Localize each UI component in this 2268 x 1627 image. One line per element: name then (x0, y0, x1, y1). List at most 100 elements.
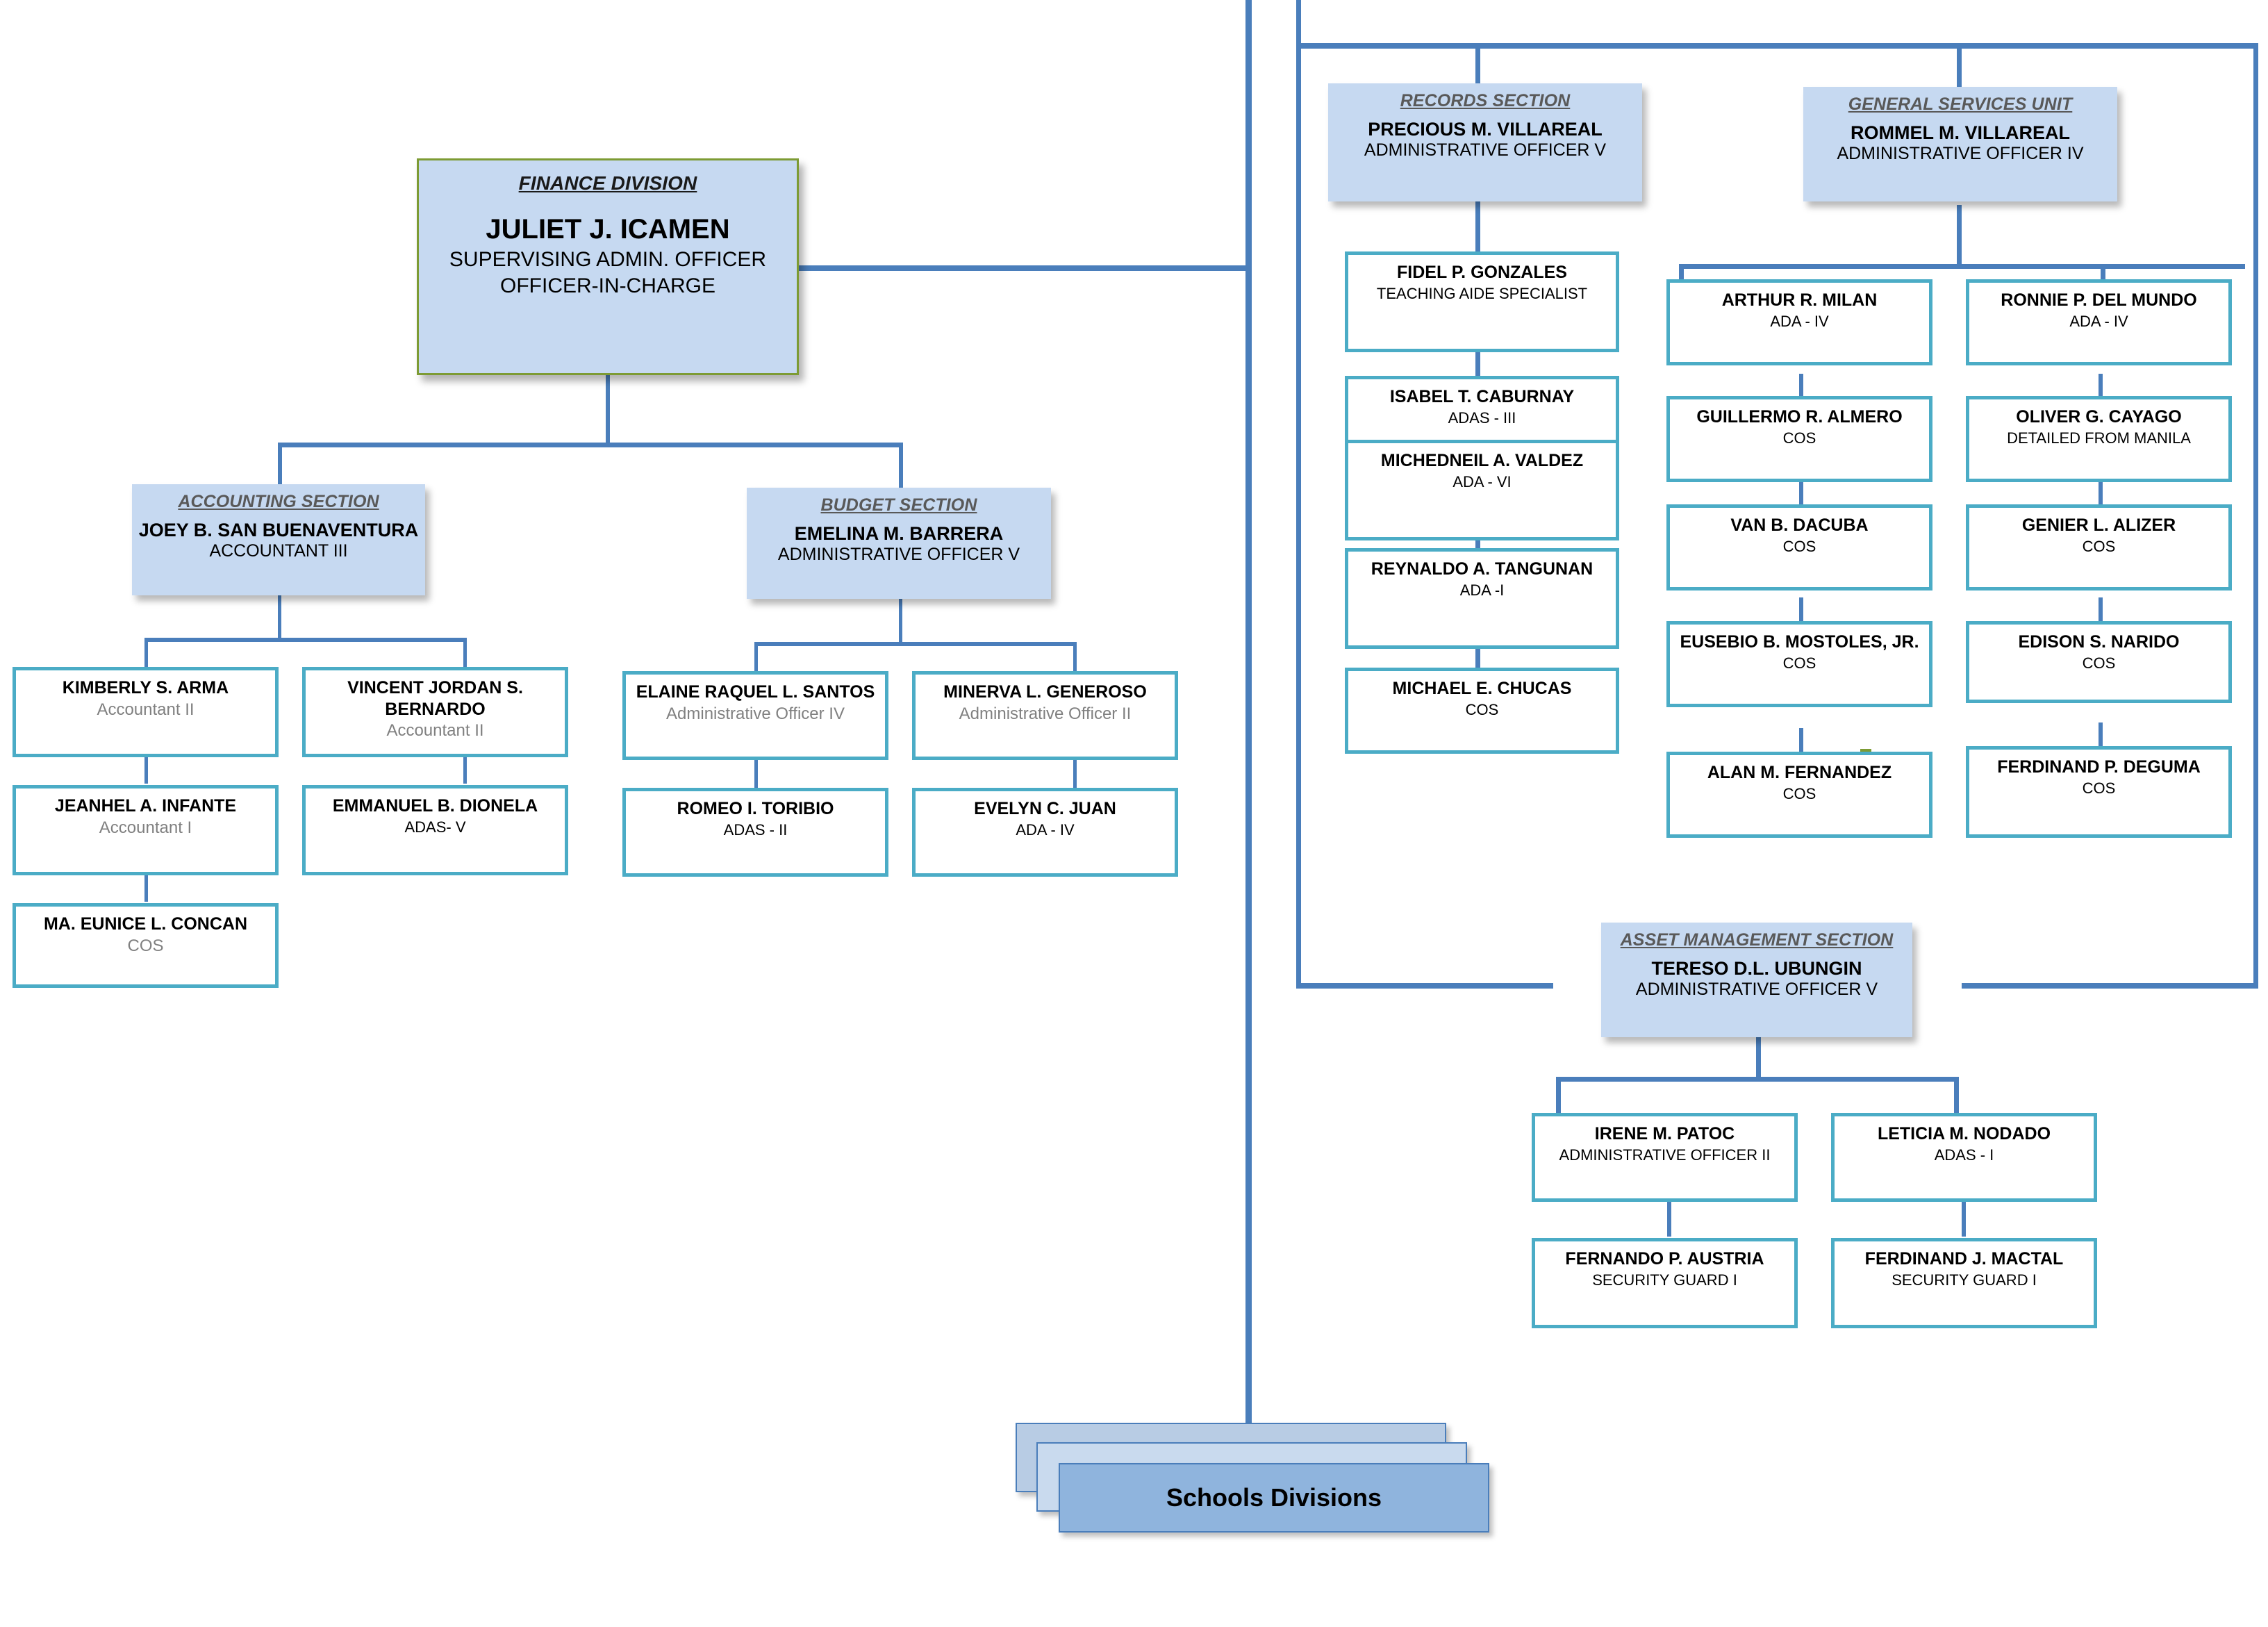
connector-finance-to-trunk (799, 265, 1250, 271)
staff-name: ELAINE RAQUEL L. SANTOS (636, 682, 875, 702)
connector-accounting-down (278, 595, 281, 641)
staff-position: ADAS - III (1448, 408, 1516, 427)
connector-to-budget (899, 443, 903, 488)
node-schools-divisions[interactable]: Schools Divisions (1016, 1423, 1489, 1534)
connector-gsu-right-1-2 (2099, 374, 2103, 399)
asset-manager-position: ADMINISTRATIVE OFFICER V (1635, 980, 1878, 1000)
connector-asset-down (1756, 1037, 1761, 1082)
staff-name: GUILLERMO R. ALMERO (1696, 407, 1903, 427)
staff-name: JEANHEL A. INFANTE (54, 796, 237, 816)
staff-name: RONNIE P. DEL MUNDO (2001, 290, 2197, 310)
node-gsu-right-2[interactable]: OLIVER G. CAYAGO DETAILED FROM MANILA (1966, 396, 2232, 482)
connector-infante-to-concan (144, 874, 148, 902)
connector-gsu-left-4-5 (1799, 728, 1803, 753)
node-records-staff-4[interactable]: REYNALDO A. TANGUNAN ADA -I (1345, 548, 1619, 649)
staff-name: FERDINAND J. MACTAL (1864, 1249, 2064, 1269)
staff-position: Administrative Officer IV (666, 704, 845, 723)
node-budget-right-2[interactable]: EVELYN C. JUAN ADA - IV (912, 788, 1178, 877)
staff-name: GENIER L. ALIZER (2021, 515, 2176, 535)
connector-gsu-left-1-2 (1799, 374, 1803, 399)
staff-name: MICHEDNEIL A. VALDEZ (1380, 451, 1584, 470)
node-accounting-left-2[interactable]: JEANHEL A. INFANTE Accountant I (13, 785, 279, 875)
node-gsu-left-4[interactable]: EUSEBIO B. MOSTOLES, JR. COS (1666, 621, 1932, 707)
node-accounting-right-2[interactable]: EMMANUEL B. DIONELA ADAS- V (302, 785, 568, 875)
staff-name: MA. EUNICE L. CONCAN (43, 914, 248, 934)
node-records-staff-3[interactable]: MICHEDNEIL A. VALDEZ ADA - VI (1345, 440, 1619, 540)
node-gsu-left-2[interactable]: GUILLERMO R. ALMERO COS (1666, 396, 1932, 482)
staff-name: EMMANUEL B. DIONELA (332, 796, 538, 816)
connector-right-cluster-spine (1296, 0, 1301, 988)
connector-asset-left-drop (1556, 1077, 1561, 1114)
node-asset-left-2[interactable]: FERNANDO P. AUSTRIA SECURITY GUARD I (1532, 1238, 1798, 1328)
connector-gsu-right-3-4 (2099, 597, 2103, 622)
schools-divisions-layer-front[interactable]: Schools Divisions (1059, 1463, 1489, 1533)
node-gsu-right-3[interactable]: GENIER L. ALIZER COS (1966, 504, 2232, 590)
staff-name: ISABEL T. CABURNAY (1389, 387, 1575, 406)
node-gsu-left-1[interactable]: ARTHUR R. MILAN ADA - IV (1666, 279, 1932, 365)
node-accounting-section[interactable]: ACCOUNTING SECTION JOEY B. SAN BUENAVENT… (132, 484, 425, 595)
staff-position: ADA - IV (1770, 312, 1829, 330)
node-finance-division[interactable]: FINANCE DIVISION JULIET J. ICAMEN SUPERV… (417, 158, 799, 375)
finance-division-name: JULIET J. ICAMEN (486, 214, 730, 245)
node-budget-right-1[interactable]: MINERVA L. GENEROSO Administrative Offic… (912, 671, 1178, 760)
connector-gsu-down (1957, 205, 1962, 267)
staff-name: FIDEL P. GONZALES (1397, 263, 1567, 282)
staff-position: Accountant II (386, 721, 484, 740)
staff-position: ADA - VI (1452, 472, 1512, 490)
node-asset-left-1[interactable]: IRENE M. PATOC ADMINISTRATIVE OFFICER II (1532, 1113, 1798, 1202)
budget-section-label: BUDGET SECTION (820, 495, 977, 515)
staff-position: ADA -I (1459, 581, 1505, 599)
connector-to-accounting (278, 443, 282, 486)
staff-position: ADA - IV (2069, 312, 2128, 330)
staff-position: Accountant II (97, 700, 194, 719)
finance-division-position-2: OFFICER-IN-CHARGE (500, 274, 715, 298)
connector-santos-to-toribio (754, 760, 758, 788)
staff-position: TEACHING AIDE SPECIALIST (1376, 284, 1588, 302)
node-gsu-right-5[interactable]: FERDINAND P. DEGUMA COS (1966, 746, 2232, 838)
accounting-manager-name: JOEY B. SAN BUENAVENTURA (138, 519, 419, 540)
connector-bernardo-to-dionela (463, 756, 467, 784)
connector-budget-split (754, 642, 1077, 646)
node-gsu-section[interactable]: GENERAL SERVICES UNIT ROMMEL M. VILLAREA… (1803, 87, 2117, 201)
node-gsu-left-5[interactable]: ALAN M. FERNANDEZ COS (1666, 752, 1932, 838)
node-asset-right-1[interactable]: LETICIA M. NODADO ADAS - I (1831, 1113, 2097, 1202)
staff-position: ADMINISTRATIVE OFFICER II (1559, 1146, 1771, 1164)
node-budget-section[interactable]: BUDGET SECTION EMELINA M. BARRERA ADMINI… (747, 488, 1051, 599)
connector-arma-to-infante (144, 756, 148, 784)
staff-position: SECURITY GUARD I (1592, 1271, 1737, 1289)
node-records-staff-5[interactable]: MICHAEL E. CHUCAS COS (1345, 668, 1619, 754)
staff-name: LETICIA M. NODADO (1877, 1124, 2051, 1143)
staff-name: EUSEBIO B. MOSTOLES, JR. (1680, 632, 1919, 652)
records-section-label: RECORDS SECTION (1400, 91, 1571, 110)
connector-accounting-right-drop (463, 638, 467, 668)
node-gsu-right-4[interactable]: EDISON S. NARIDO COS (1966, 621, 2232, 703)
node-accounting-left-1[interactable]: KIMBERLY S. ARMA Accountant II (13, 667, 279, 757)
node-accounting-left-3[interactable]: MA. EUNICE L. CONCAN COS (13, 903, 279, 988)
staff-name: REYNALDO A. TANGUNAN (1371, 559, 1594, 579)
staff-position: Administrative Officer II (959, 704, 1132, 723)
connector-accounting-split (144, 638, 467, 642)
gsu-manager-position: ADMINISTRATIVE OFFICER IV (1837, 144, 2084, 164)
node-records-staff-1[interactable]: FIDEL P. GONZALES TEACHING AIDE SPECIALI… (1345, 251, 1619, 352)
node-asset-section[interactable]: ASSET MANAGEMENT SECTION TERESO D.L. UBU… (1601, 923, 1912, 1037)
connector-asset-feed-left (1296, 983, 1553, 989)
node-budget-left-1[interactable]: ELAINE RAQUEL L. SANTOS Administrative O… (622, 671, 888, 760)
connector-gsu-left-2-3 (1799, 481, 1803, 506)
staff-name: MINERVA L. GENEROSO (943, 682, 1147, 702)
node-accounting-right-1[interactable]: VINCENT JORDAN S. BERNARDO Accountant II (302, 667, 568, 757)
node-records-section[interactable]: RECORDS SECTION PRECIOUS M. VILLAREAL AD… (1328, 83, 1642, 201)
node-asset-right-2[interactable]: FERDINAND J. MACTAL SECURITY GUARD I (1831, 1238, 2097, 1328)
staff-name: IRENE M. PATOC (1594, 1124, 1735, 1143)
node-budget-left-2[interactable]: ROMEO I. TORIBIO ADAS - II (622, 788, 888, 877)
staff-position: COS (1782, 654, 1816, 672)
node-gsu-right-1[interactable]: RONNIE P. DEL MUNDO ADA - IV (1966, 279, 2232, 365)
connector-asset-feed-right (1962, 983, 2258, 989)
connector-right-cluster-top-bar (1296, 43, 2258, 49)
node-gsu-left-3[interactable]: VAN B. DACUBA COS (1666, 504, 1932, 590)
staff-position: COS (2082, 654, 2116, 672)
staff-position: DETAILED FROM MANILA (2007, 429, 2191, 447)
connector-budget-right-drop (1073, 642, 1077, 672)
staff-name: FERNANDO P. AUSTRIA (1565, 1249, 1764, 1269)
schools-divisions-label: Schools Divisions (1166, 1483, 1382, 1512)
staff-position: COS (1782, 784, 1816, 802)
